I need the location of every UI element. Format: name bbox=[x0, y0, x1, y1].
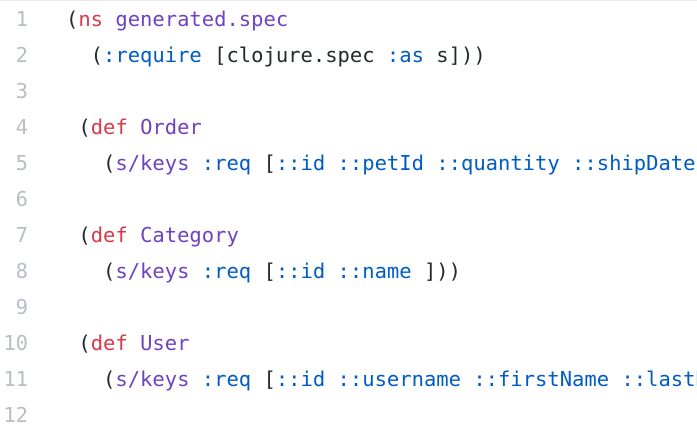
code-token: def bbox=[90, 115, 128, 139]
code-line: 6 bbox=[0, 181, 697, 217]
code-token: ])) bbox=[411, 259, 461, 283]
line-number: 3 bbox=[15, 79, 28, 103]
code-line: 11 (s/keys :req [::id ::username ::first… bbox=[0, 361, 697, 397]
code-token: ( bbox=[66, 115, 91, 139]
line-number: 9 bbox=[15, 295, 28, 319]
code-token: Order bbox=[140, 115, 202, 139]
code-token: ::id ::petId ::quantity ::shipDate ::sta… bbox=[275, 151, 696, 175]
code-token: ( bbox=[66, 7, 79, 31]
code-editor[interactable]: 1 (ns generated.spec 2 (:require [clojure.… bbox=[0, 0, 697, 430]
code-token: s/keys bbox=[115, 259, 190, 283]
code-token: ( bbox=[66, 331, 91, 355]
code-token: ::id ::username ::firstName ::lastName :… bbox=[275, 367, 697, 391]
code-line: 10 (def User bbox=[0, 325, 697, 361]
line-number: 1 bbox=[15, 7, 28, 31]
code-token: def bbox=[90, 223, 128, 247]
code-line: 9 bbox=[0, 289, 697, 325]
code-token: generated.spec bbox=[115, 7, 289, 31]
code-token: ns bbox=[78, 7, 104, 31]
code-token: :require bbox=[103, 43, 202, 67]
code-token: :req bbox=[201, 367, 252, 391]
line-number: 2 bbox=[15, 43, 28, 67]
code-token: ( bbox=[66, 151, 116, 175]
code-line: 4 (def Order bbox=[0, 109, 697, 145]
code-token: [clojure.spec bbox=[201, 43, 387, 67]
line-number: 7 bbox=[15, 223, 28, 247]
code-token: s])) bbox=[423, 43, 486, 67]
code-token: [ bbox=[251, 259, 276, 283]
code-line: 5 (s/keys :req [::id ::petId ::quantity … bbox=[0, 145, 697, 181]
code-token: s/keys bbox=[115, 367, 190, 391]
code-token: :req bbox=[201, 259, 252, 283]
line-number: 8 bbox=[15, 259, 28, 283]
code-line: 7 (def Category bbox=[0, 217, 697, 253]
line-number: 12 bbox=[3, 403, 28, 427]
line-code: (def Category bbox=[66, 217, 239, 253]
line-number: 4 bbox=[15, 115, 28, 139]
code-token: :req bbox=[201, 151, 252, 175]
line-number: 11 bbox=[3, 367, 28, 391]
line-number: 5 bbox=[15, 151, 28, 175]
code-line: 2 (:require [clojure.spec :as s])) bbox=[0, 37, 697, 73]
code-token: Category bbox=[140, 223, 239, 247]
code-line: 3 bbox=[0, 73, 697, 109]
line-code: (def User bbox=[66, 325, 189, 361]
code-token: [ bbox=[251, 151, 276, 175]
line-number: 10 bbox=[3, 331, 28, 355]
line-code: (s/keys :req [::id ::name ])) bbox=[66, 253, 461, 289]
code-token: ( bbox=[66, 367, 116, 391]
code-token: User bbox=[140, 331, 190, 355]
code-token: :as bbox=[386, 43, 424, 67]
line-code: (s/keys :req [::id ::petId ::quantity ::… bbox=[66, 145, 697, 181]
line-code: (ns generated.spec bbox=[66, 1, 288, 37]
code-token: def bbox=[90, 331, 128, 355]
line-code: (def Order bbox=[66, 109, 202, 145]
line-code: (s/keys :req [::id ::username ::firstNam… bbox=[66, 361, 697, 397]
line-code: (:require [clojure.spec :as s])) bbox=[66, 37, 486, 73]
code-token: ( bbox=[66, 223, 91, 247]
code-line: 8 (s/keys :req [::id ::name ])) bbox=[0, 253, 697, 289]
line-number: 6 bbox=[15, 187, 28, 211]
code-token: s/keys bbox=[115, 151, 190, 175]
code-token: [ bbox=[251, 367, 276, 391]
code-token: ::id ::name bbox=[275, 259, 412, 283]
code-line: 12 bbox=[0, 397, 697, 430]
code-token: ( bbox=[66, 43, 104, 67]
code-line: 1 (ns generated.spec bbox=[0, 1, 697, 37]
code-token: ( bbox=[66, 259, 116, 283]
